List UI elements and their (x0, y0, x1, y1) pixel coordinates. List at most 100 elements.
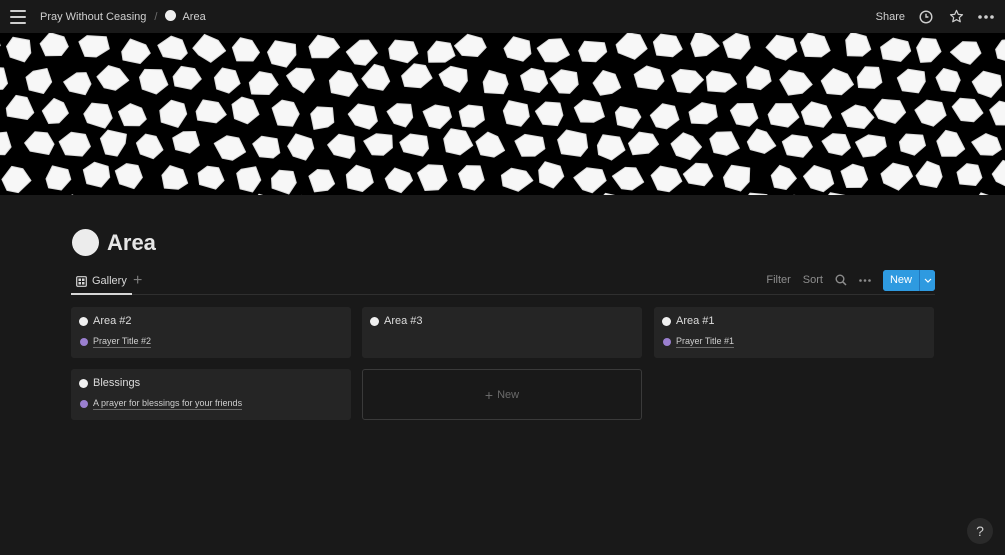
cover-cell (898, 133, 926, 156)
cover-cell (705, 70, 738, 93)
card-property-link[interactable]: A prayer for blessings for your friends (93, 398, 243, 410)
card-title: Blessings (79, 377, 140, 389)
cover-cell (458, 165, 485, 191)
cover-cell (257, 193, 264, 195)
cover-cell (841, 104, 875, 129)
cover-cell (978, 192, 989, 195)
cover-cell (197, 165, 225, 190)
more-icon[interactable] (859, 278, 871, 282)
cover-cell (345, 164, 374, 192)
cover-cell (41, 98, 69, 124)
white-circle-icon[interactable] (72, 229, 99, 256)
cover-cell (417, 164, 448, 191)
sort-button[interactable]: Sort (803, 274, 823, 286)
card-title-text: Area #1 (676, 315, 715, 327)
cover-cell (427, 40, 456, 63)
add-view-button[interactable]: + (133, 272, 142, 290)
cover-cell (135, 133, 164, 160)
cover-cell (267, 40, 297, 68)
help-button[interactable]: ? (967, 518, 993, 544)
gallery-card[interactable]: Area #2 Prayer Title #2 (71, 307, 351, 358)
cover-cell (649, 103, 680, 130)
cover-cell (361, 63, 391, 91)
cover-image (0, 33, 1005, 195)
cover-cell (121, 38, 151, 64)
share-button[interactable]: Share (876, 11, 905, 23)
filter-button[interactable]: Filter (766, 274, 790, 286)
card-title: Area #3 (370, 315, 423, 327)
cover-cell (1, 165, 32, 194)
cover-cell (670, 132, 702, 161)
new-card-button[interactable]: + New (362, 369, 642, 420)
gallery-card[interactable]: Area #1 Prayer Title #1 (654, 307, 934, 358)
cover-cell (25, 68, 53, 94)
cover-cell (503, 36, 532, 62)
white-circle-icon (79, 316, 88, 326)
cover-cell (614, 106, 642, 129)
cover-cell (308, 34, 341, 59)
cover-cell (96, 65, 130, 91)
topbar-actions: Share (876, 8, 995, 26)
cover-cell (603, 192, 616, 195)
cover-cell (399, 133, 429, 157)
new-button-group: New (882, 269, 935, 291)
cover-cell (709, 131, 740, 156)
cover-cell (502, 100, 530, 127)
cover-cell (956, 163, 983, 186)
breadcrumb-page[interactable]: Area (165, 10, 206, 23)
cover-cell (195, 99, 227, 124)
more-icon[interactable] (977, 8, 995, 26)
cover-cell (592, 70, 622, 96)
cover-cell (800, 101, 833, 128)
cover-cell (58, 131, 91, 157)
cover-cell (172, 131, 200, 154)
cover-cell (935, 68, 961, 93)
clock-icon[interactable] (917, 8, 935, 26)
cover-cell (723, 164, 751, 192)
page-header: Area (72, 229, 156, 256)
cover-cell (458, 104, 485, 128)
cover-cell (99, 129, 127, 157)
card-title: Area #2 (79, 315, 132, 327)
tab-gallery[interactable]: Gallery (71, 269, 132, 295)
cover-cell (916, 37, 942, 63)
cover-cell (482, 69, 509, 95)
cover-cell (24, 131, 55, 155)
gallery-card[interactable]: Area #3 (362, 307, 642, 358)
cover-cell (803, 165, 835, 193)
search-icon[interactable] (835, 274, 847, 286)
cover-cell (578, 40, 608, 63)
cover-cell (310, 106, 335, 130)
cover-cell (557, 129, 589, 157)
cover-cell (880, 37, 912, 62)
cover-cell (748, 192, 768, 195)
new-button[interactable]: New (882, 269, 919, 291)
cover-cell (765, 34, 798, 61)
cover-cell (139, 68, 169, 95)
cover-cell (971, 70, 1003, 98)
cover-cell (729, 103, 759, 127)
cover-cell (248, 71, 279, 95)
cover-cell (781, 134, 813, 158)
cover-cell (615, 33, 648, 60)
purple-circle-icon (663, 338, 671, 346)
cover-cell (671, 68, 704, 94)
tab-gallery-label: Gallery (92, 275, 127, 287)
cover-cell (520, 67, 549, 93)
cover-cell (688, 102, 718, 125)
cover-cell (936, 129, 966, 157)
gallery-card[interactable]: Blessings A prayer for blessings for you… (71, 369, 351, 420)
cover-cell (114, 163, 143, 190)
card-property-link[interactable]: Prayer Title #1 (676, 336, 735, 348)
cover-cell (855, 134, 887, 158)
chevron-down-icon[interactable] (919, 269, 935, 291)
cover-cell (722, 33, 751, 60)
menu-icon[interactable] (10, 9, 26, 24)
breadcrumb-workspace[interactable]: Pray Without Ceasing (40, 11, 146, 23)
cover-cell (363, 133, 393, 156)
cover-cell (951, 97, 984, 123)
star-icon[interactable] (947, 8, 965, 26)
page-title[interactable]: Area (107, 230, 156, 256)
card-property-link[interactable]: Prayer Title #2 (93, 336, 152, 348)
cover-cell (746, 65, 772, 91)
